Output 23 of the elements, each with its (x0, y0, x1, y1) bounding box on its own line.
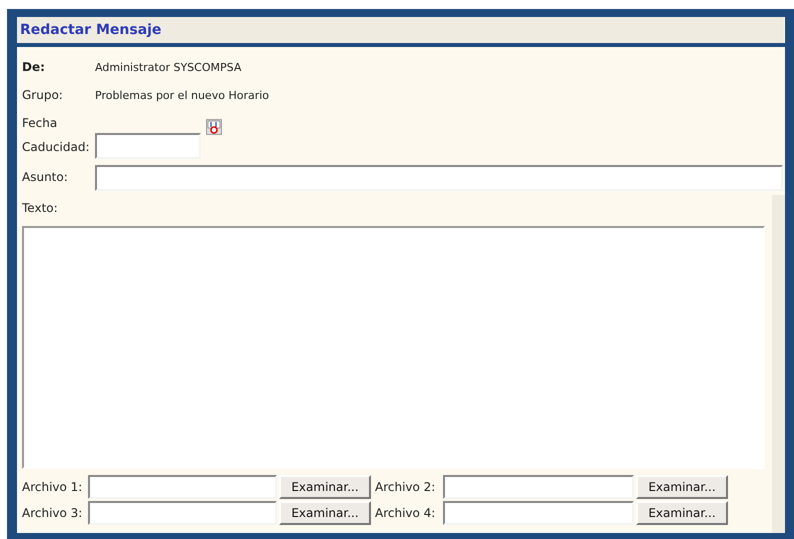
attachment-label: Archivo 1: (22, 480, 84, 494)
browse-button[interactable]: Examinar... (636, 501, 728, 525)
attachment-label: Archivo 2: (375, 480, 436, 494)
window-title: Redactar Mensaje (20, 22, 162, 38)
body-label: Texto: (22, 201, 59, 217)
file-field[interactable] (88, 475, 277, 499)
attachment-label: Archivo 4: (375, 506, 436, 520)
file-field[interactable] (88, 501, 277, 525)
date-field[interactable] (95, 133, 201, 159)
attachment-label: Archivo 3: (22, 506, 84, 520)
subject-field[interactable] (95, 165, 783, 191)
subject-label: Asunto: (22, 170, 69, 184)
calendar-icon[interactable] (206, 119, 222, 135)
from-label: De: (22, 60, 46, 74)
group-value: Problemas por el nuevo Horario (95, 88, 270, 102)
expiry-label: Fecha Caducidad: (22, 115, 91, 156)
file-field[interactable] (443, 475, 634, 499)
file-field[interactable] (443, 501, 634, 525)
group-label: Grupo: (22, 88, 64, 102)
browse-button[interactable]: Examinar... (279, 501, 371, 525)
browse-button[interactable]: Examinar... (636, 475, 728, 499)
from-value: Administrator SYSCOMPSA (95, 60, 242, 74)
browse-button[interactable]: Examinar... (279, 475, 371, 499)
